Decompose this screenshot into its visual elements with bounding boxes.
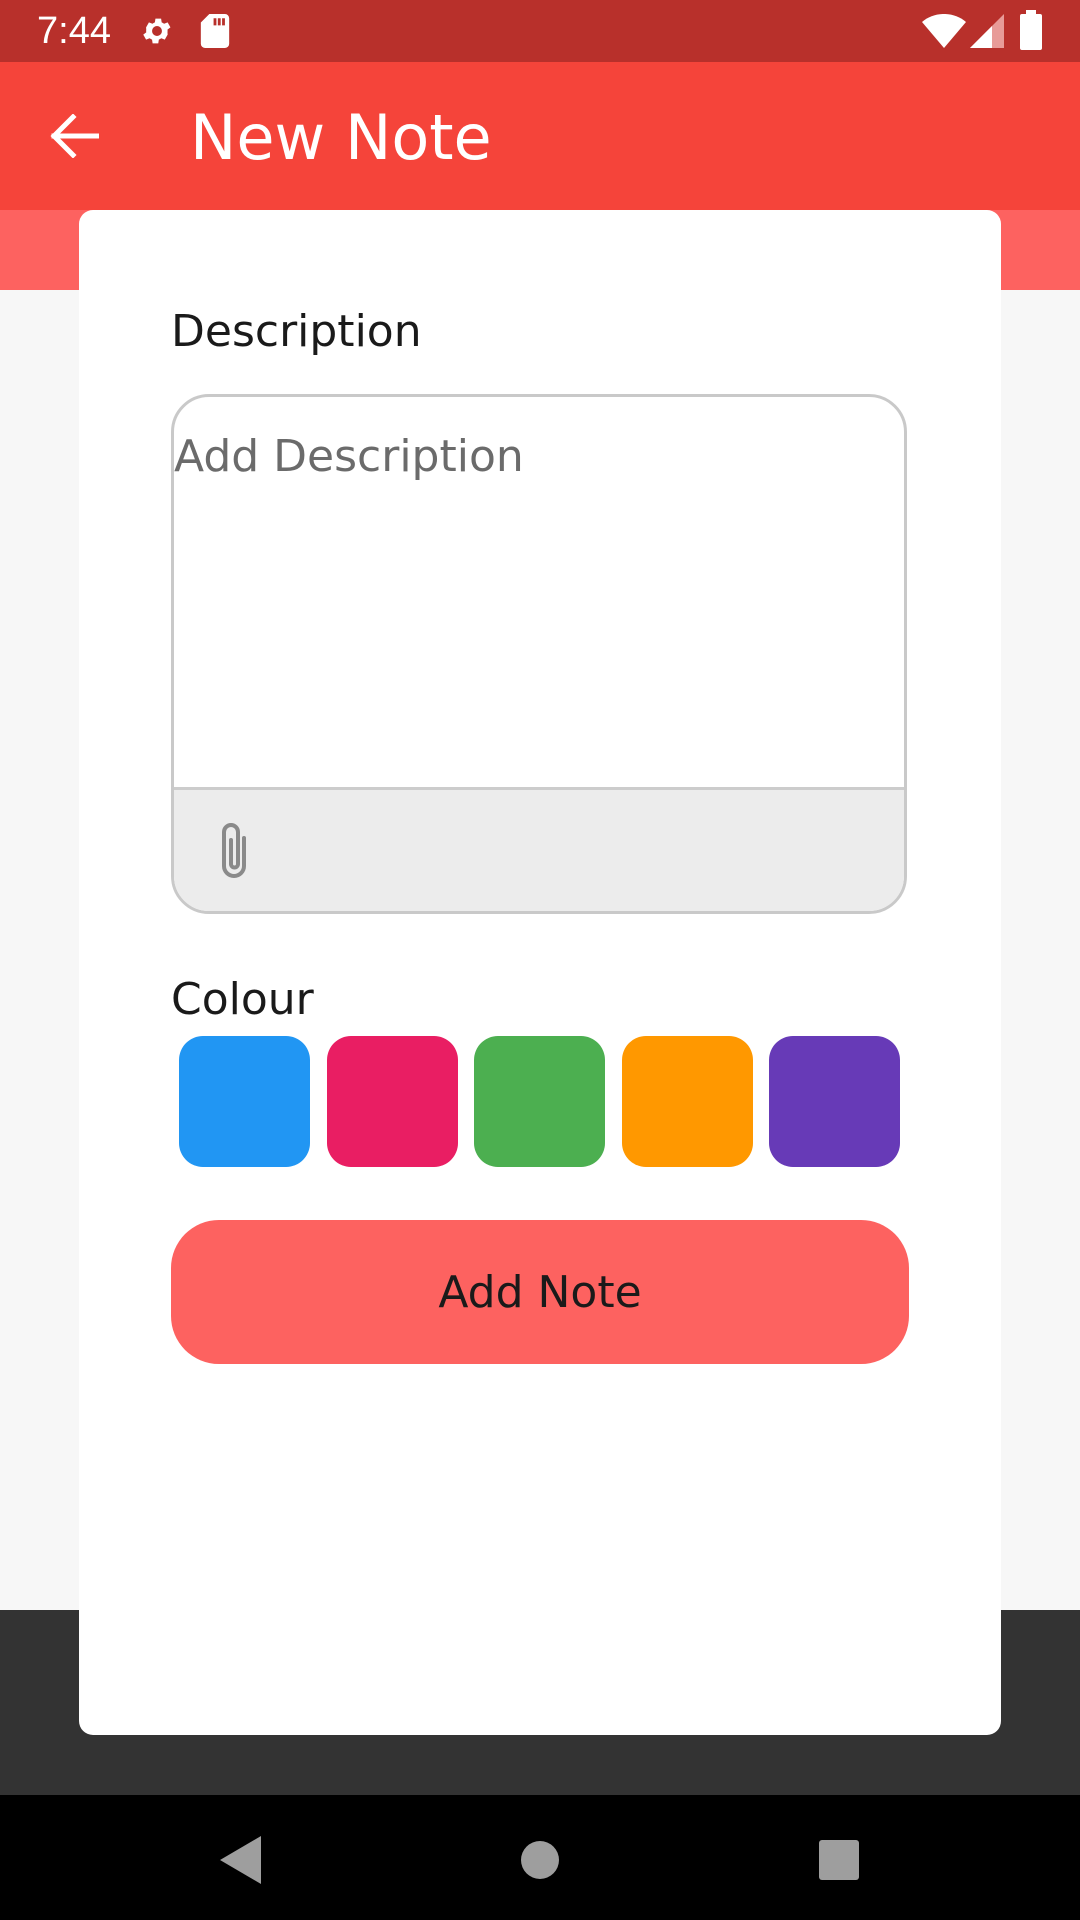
signal-icon [970, 14, 1004, 48]
back-triangle-icon [220, 1836, 261, 1884]
description-toolbar [174, 787, 904, 911]
sd-card-icon [200, 14, 230, 48]
recents-square-icon [819, 1840, 859, 1880]
nav-back-button[interactable] [205, 1825, 275, 1895]
description-box [171, 394, 907, 914]
note-form-card: Description Colour Add Note [79, 210, 1001, 1735]
system-nav-bar [0, 1795, 1080, 1920]
nav-recents-button[interactable] [804, 1825, 874, 1895]
colour-swatch-purple[interactable] [769, 1036, 900, 1167]
nav-home-button[interactable] [505, 1825, 575, 1895]
colour-swatch-pink[interactable] [327, 1036, 458, 1167]
page-title: New Note [190, 101, 492, 174]
paperclip-icon [222, 823, 246, 878]
arrow-left-icon [50, 114, 99, 158]
colour-swatch-green[interactable] [474, 1036, 605, 1167]
gear-icon [143, 18, 171, 44]
wifi-icon [922, 14, 966, 48]
status-time: 7:44 [37, 10, 111, 52]
colour-swatch-orange[interactable] [622, 1036, 753, 1167]
add-note-button[interactable]: Add Note [171, 1220, 909, 1364]
app-bar: New Note [0, 62, 1080, 210]
description-input[interactable] [174, 397, 904, 787]
description-label: Description [171, 306, 422, 357]
attach-button[interactable] [214, 820, 274, 890]
status-bar: 7:44 [0, 0, 1080, 62]
colour-swatch-blue[interactable] [179, 1036, 310, 1167]
back-button[interactable] [38, 100, 110, 172]
home-circle-icon [521, 1841, 559, 1879]
battery-icon [1020, 10, 1042, 50]
colour-label: Colour [171, 974, 314, 1025]
